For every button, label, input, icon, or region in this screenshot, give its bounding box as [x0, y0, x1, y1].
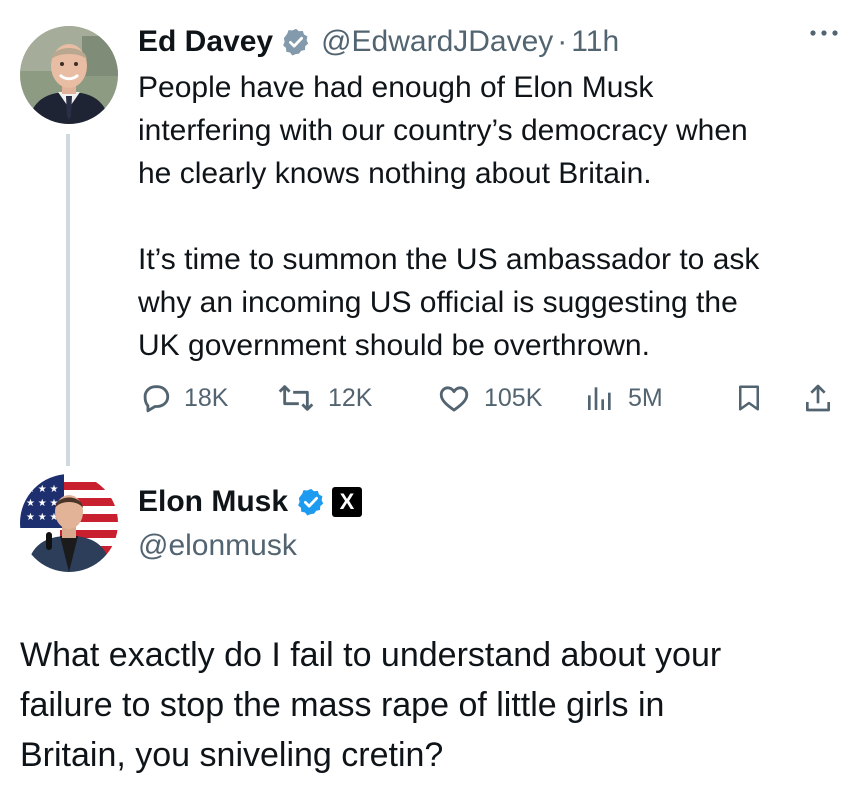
analytics-icon	[588, 387, 611, 410]
verified-badge-icon	[296, 487, 326, 517]
svg-text:★ ★ ★: ★ ★ ★	[26, 484, 58, 495]
reply-icon	[143, 385, 170, 413]
repost-button[interactable]: 12K	[276, 378, 372, 418]
author-name[interactable]: Elon Musk	[138, 485, 288, 519]
x-affiliate-badge-icon: X	[332, 487, 363, 517]
like-button[interactable]: 105K	[436, 378, 542, 418]
author-handle[interactable]: @elonmusk	[138, 526, 297, 566]
view-count: 5M	[628, 383, 663, 412]
more-options-icon[interactable]	[804, 18, 844, 48]
share-button[interactable]	[802, 378, 834, 418]
reply-count: 18K	[184, 383, 229, 412]
share-icon	[806, 384, 830, 412]
tweet2-header: Elon Musk X	[138, 480, 363, 524]
thread-connector-line	[66, 134, 70, 466]
verified-badge-icon	[281, 27, 311, 57]
like-count: 105K	[484, 383, 543, 412]
repost-count: 12K	[328, 383, 373, 412]
svg-text:★ ★ ★: ★ ★ ★	[26, 512, 58, 523]
author-handle[interactable]: @EdwardJDavey	[321, 25, 553, 59]
tweet-timestamp[interactable]: 11h	[571, 25, 619, 59]
bookmark-button[interactable]	[734, 378, 764, 418]
author-name[interactable]: Ed Davey	[138, 25, 273, 59]
reply-button[interactable]: 18K	[138, 378, 228, 418]
views-button[interactable]: 5M	[584, 378, 663, 418]
tweet1-header: Ed Davey @EdwardJDavey · 11h	[138, 20, 619, 64]
avatar-ed-davey[interactable]	[20, 26, 118, 124]
separator-dot: ·	[557, 25, 568, 58]
bookmark-icon	[739, 385, 759, 411]
tweet1-action-bar: 18K 12K 105K 5M	[138, 378, 838, 418]
tweet2-text: What exactly do I fail to understand abo…	[20, 636, 722, 774]
tweet1-text-paragraph-2: It’s time to summon the US ambassador to…	[138, 243, 760, 362]
tweet1-text-paragraph-1: People have had enough of Elon Musk inte…	[138, 71, 748, 190]
heart-icon	[439, 386, 469, 412]
repost-icon	[278, 385, 314, 411]
svg-text:★ ★ ★: ★ ★ ★	[26, 498, 58, 509]
avatar-elon-musk[interactable]: ★ ★ ★ ★ ★ ★ ★ ★ ★	[20, 474, 118, 572]
